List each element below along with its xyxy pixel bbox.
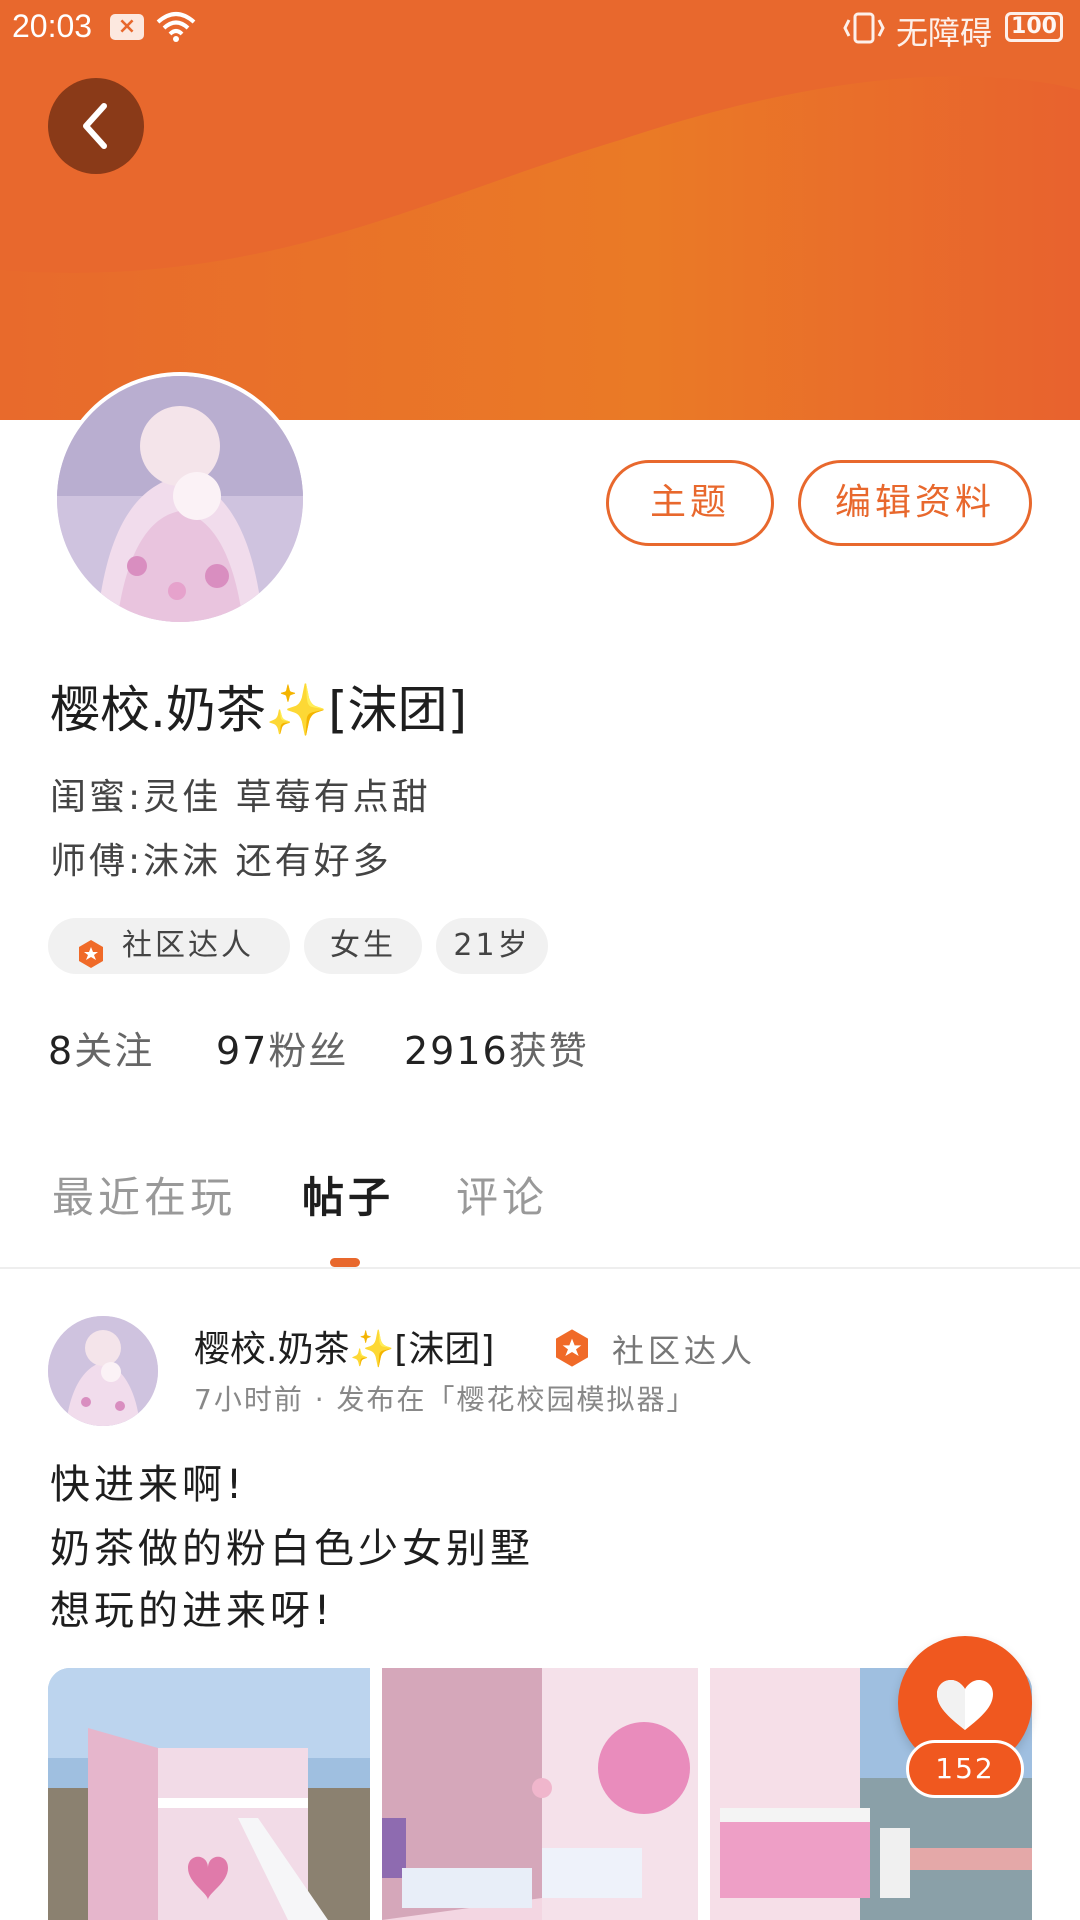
tag-gender: 女生: [304, 918, 422, 974]
bio-line-1: 闺蜜:灵佳 草莓有点甜: [50, 777, 431, 818]
following-stat[interactable]: 8关注: [48, 1020, 154, 1075]
post-image-1[interactable]: [48, 1668, 370, 1920]
edit-profile-button[interactable]: 编辑资料: [798, 460, 1032, 546]
chevron-left-icon: [83, 103, 107, 149]
active-tab-indicator: [330, 1258, 360, 1267]
tab-comments[interactable]: 评论: [456, 1164, 548, 1225]
username: 樱校.奶茶✨[沫团]: [50, 670, 467, 742]
likes-stat: 2916获赞: [404, 1020, 589, 1075]
post-badge-label: 社区达人: [612, 1332, 757, 1370]
post-author-avatar[interactable]: [48, 1316, 158, 1426]
expert-badge-icon: [552, 1328, 592, 1372]
sparkles-icon: ✨: [265, 681, 329, 739]
status-bar: 20:03 × 无障碍 100: [0, 0, 1080, 56]
post-meta[interactable]: 7小时前 · 发布在「樱花校园模拟器」: [194, 1378, 697, 1418]
like-count: 152: [906, 1740, 1024, 1798]
vibrate-icon: [842, 10, 886, 54]
tab-posts[interactable]: 帖子: [302, 1164, 394, 1225]
username-text: 樱校.奶茶: [50, 681, 266, 739]
post-text-line-3[interactable]: 想玩的进来呀!: [50, 1578, 334, 1636]
tab-recently-played[interactable]: 最近在玩: [52, 1164, 236, 1225]
post-author-name[interactable]: 樱校.奶茶✨[沫团]: [194, 1320, 494, 1372]
post-author-text: 樱校.奶茶: [194, 1329, 350, 1370]
battery-icon: 100: [1005, 12, 1063, 42]
likes-count: 2916: [404, 1029, 509, 1073]
wifi-icon: [156, 10, 196, 52]
tag-community-expert[interactable]: 社区达人: [48, 918, 290, 974]
username-suffix: [沫团]: [328, 681, 468, 739]
post-image-2[interactable]: [382, 1668, 698, 1920]
accessibility-label: 无障碍: [896, 14, 993, 52]
heart-icon: [937, 1680, 993, 1730]
status-time: 20:03: [12, 8, 93, 44]
avatar-image: [57, 376, 303, 622]
tag-expert-label: 社区达人: [122, 928, 254, 963]
post-text-line-2[interactable]: 奶茶做的粉白色少女别墅: [50, 1516, 534, 1574]
back-button[interactable]: [48, 78, 144, 174]
notification-icon: ×: [110, 14, 144, 40]
bio-line-2: 师傅:沫沫 还有好多: [50, 841, 392, 882]
tag-age: 21岁: [436, 918, 548, 974]
fans-stat[interactable]: 97粉丝: [216, 1020, 348, 1075]
likes-label: 获赞: [508, 1029, 589, 1073]
avatar[interactable]: [53, 372, 307, 626]
banner-wave-graphic: [0, 0, 1080, 420]
expert-badge-icon: [76, 932, 106, 988]
profile-banner: [0, 0, 1080, 420]
tab-divider: [0, 1267, 1080, 1269]
following-label: 关注: [74, 1029, 155, 1073]
fans-count: 97: [216, 1029, 269, 1073]
post-author-suffix: [沫团]: [394, 1329, 495, 1370]
theme-button[interactable]: 主题: [606, 460, 774, 546]
fans-label: 粉丝: [268, 1029, 349, 1073]
following-count: 8: [48, 1029, 75, 1073]
sparkles-icon: ✨: [349, 1329, 395, 1370]
post-text-line-1[interactable]: 快进来啊!: [50, 1452, 246, 1510]
